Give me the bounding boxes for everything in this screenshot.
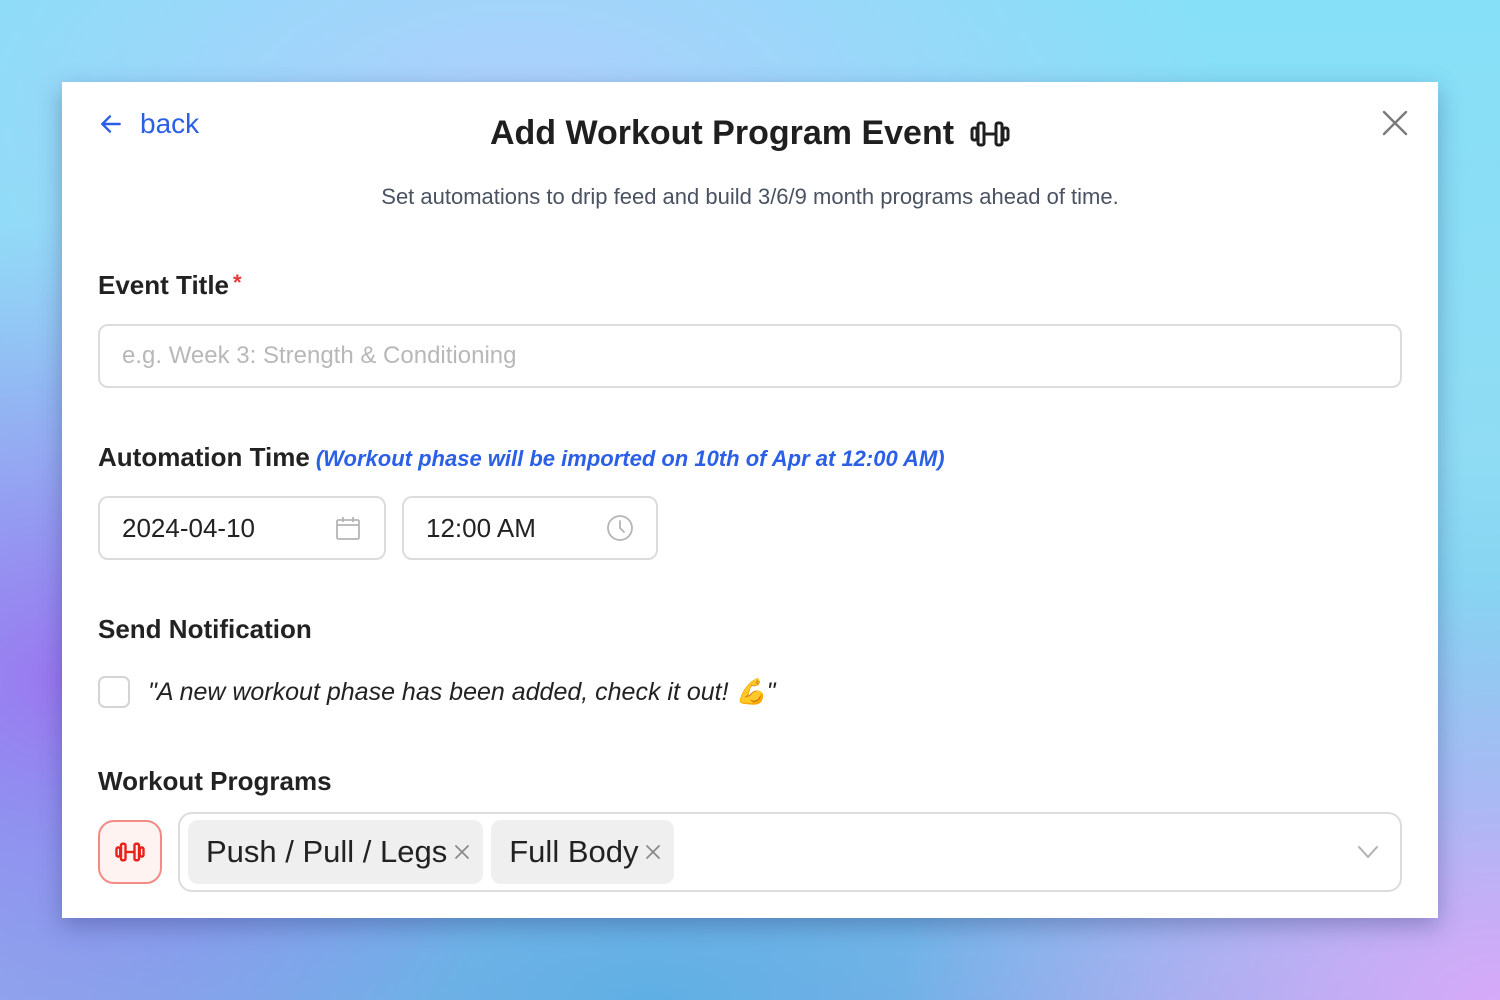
modal-title-text: Add Workout Program Event [489,114,955,152]
automation-time-label-text: Automation Time [98,442,310,472]
add-event-modal: back Add Workout Program Event Set autom… [62,82,1438,918]
dumbbell-icon [970,120,1010,148]
automation-time-label: Automation Time (Workout phase will be im… [98,442,945,473]
workout-programs-label: Workout Programs [98,766,332,796]
modal-title: Add Workout Program Event [62,114,1438,153]
notification-message: "A new workout phase has been added, che… [148,677,776,706]
program-chip-label: Full Body [509,834,639,869]
date-value: 2024-04-10 [122,512,255,543]
send-notification-label: Send Notification [98,614,312,644]
modal-subtitle: Set automations to drip feed and build 3… [381,184,1119,209]
calendar-icon [336,517,360,540]
event-title-label-text: Event Title [98,270,230,300]
time-value: 12:00 AM [426,512,536,543]
close-icon[interactable] [1380,108,1410,138]
automation-hint: (Workout phase will be imported on 10th … [315,446,945,471]
program-chip-label: Push / Pull / Legs [206,834,448,869]
clock-icon [607,515,633,541]
dumbbell-icon [115,842,145,862]
remove-chip-icon[interactable] [453,843,471,861]
program-chip: Push / Pull / Legs [188,820,484,884]
event-title-label: Event Title * [98,270,242,301]
remove-chip-icon[interactable] [644,843,662,861]
notification-option: "A new workout phase has been added, che… [98,676,776,708]
date-picker[interactable]: 2024-04-10 [98,496,386,560]
event-title-input[interactable] [98,324,1402,388]
workout-programs-select[interactable]: Push / Pull / Legs Full Body [178,812,1402,892]
workout-program-icon-button[interactable] [98,820,162,884]
required-indicator: * [233,270,242,295]
program-chip: Full Body [491,820,675,884]
send-notification-checkbox[interactable] [98,676,130,708]
chevron-down-icon[interactable] [1356,842,1380,862]
time-picker[interactable]: 12:00 AM [402,496,658,560]
